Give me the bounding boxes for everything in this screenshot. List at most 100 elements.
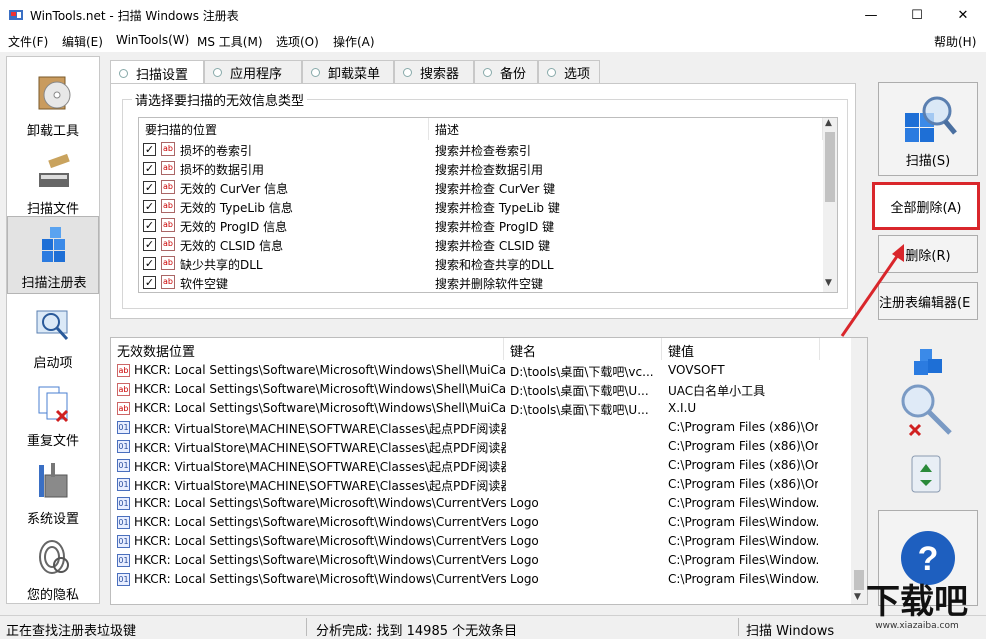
location-row[interactable]: ✓ ab 无效的 ProgID 信息 搜索并检查 ProgID 键 (139, 216, 823, 235)
menu-options[interactable]: 选项(O) (276, 33, 319, 50)
results-list: 无效数据位置 键名 键值 ab HKCR: Local Settings\Soft… (110, 337, 868, 605)
result-row[interactable]: 01 HKCR: VirtualStore\MACHINE\SOFTWARE\Cl… (111, 437, 851, 456)
checkbox[interactable]: ✓ (143, 162, 156, 175)
tab-dot-icon (403, 68, 412, 77)
tab-applications[interactable]: 应用程序 (204, 60, 302, 84)
result-row[interactable]: ab HKCR: Local Settings\Software\Microsof… (111, 361, 851, 380)
watermark-logo: 下载吧 www.xiazaiba.com (866, 582, 968, 631)
delete-all-button[interactable]: 全部删除(A) (872, 182, 980, 230)
status-result: 分析完成: 找到 14985 个无效条目 (316, 624, 518, 639)
tab-uninstall-menu[interactable]: 卸载菜单 (302, 60, 394, 84)
sidebar-item-scan-files[interactable]: 扫描文件 (7, 143, 99, 221)
result-row[interactable]: 01 HKCR: Local Settings\Software\Microsof… (111, 532, 851, 551)
result-row[interactable]: 01 HKCR: VirtualStore\MACHINE\SOFTWARE\Cl… (111, 456, 851, 475)
tab-scan-settings[interactable]: 扫描设置 (110, 60, 204, 85)
checkbox[interactable]: ✓ (143, 143, 156, 156)
col-header-key-value[interactable]: 键值 (662, 338, 820, 360)
sidebar-item-system-settings[interactable]: 系统设置 (7, 453, 99, 531)
binary-value-icon: 01 (117, 459, 130, 472)
cleanup-cubes-icon (898, 345, 958, 445)
location-type-icon: ab (161, 199, 175, 213)
result-key-value: C:\Program Files (x86)\Or... (668, 420, 818, 434)
binary-value-icon: 01 (117, 535, 130, 548)
location-row[interactable]: ✓ ab 无效的 CurVer 信息 搜索并检查 CurVer 键 (139, 178, 823, 197)
result-row[interactable]: 01 HKCR: VirtualStore\MACHINE\SOFTWARE\Cl… (111, 418, 851, 437)
result-row[interactable]: 01 HKCR: VirtualStore\MACHINE\SOFTWARE\Cl… (111, 475, 851, 494)
location-name: 无效的 TypeLib 信息 (180, 201, 293, 215)
maximize-button[interactable]: ☐ (894, 0, 940, 30)
col-header-description[interactable]: 描述 (429, 118, 823, 140)
result-location: HKCR: VirtualStore\MACHINE\SOFTWARE\Clas… (134, 422, 506, 436)
location-row[interactable]: ✓ ab 缺少共享的DLL 搜索和检查共享的DLL (139, 254, 823, 273)
svg-text:?: ? (918, 540, 939, 578)
result-key-name: D:\tools\桌面\下载吧\vc... (510, 365, 654, 379)
result-row[interactable]: ab HKCR: Local Settings\Software\Microsof… (111, 380, 851, 399)
scan-button[interactable]: 扫描(S) (878, 82, 978, 176)
sidebar-item-privacy[interactable]: 您的隐私 (7, 529, 99, 607)
menu-wintools[interactable]: WinTools(W) (116, 33, 189, 47)
result-key-value: C:\Program Files\Window... (668, 534, 818, 548)
result-key-value: C:\Program Files\Window... (668, 515, 818, 529)
col-header-key-name[interactable]: 键名 (504, 338, 662, 360)
sidebar-item-startup[interactable]: 启动项 (7, 297, 99, 375)
location-row[interactable]: ✓ ab 无效的 TypeLib 信息 搜索并检查 TypeLib 键 (139, 197, 823, 216)
result-row[interactable]: 01 HKCR: Local Settings\Software\Microsof… (111, 551, 851, 570)
result-key-value: C:\Program Files (x86)\Or... (668, 477, 818, 491)
result-key-value: VOVSOFT (668, 363, 725, 377)
menu-help[interactable]: 帮助(H) (934, 33, 976, 50)
location-description: 搜索和检查共享的DLL (435, 258, 554, 272)
sidebar-item-uninstall[interactable]: 卸载工具 (7, 65, 99, 143)
checkbox[interactable]: ✓ (143, 276, 156, 289)
checkbox[interactable]: ✓ (143, 200, 156, 213)
menu-ms-tools[interactable]: MS 工具(M) (197, 33, 263, 50)
result-row[interactable]: ab HKCR: Local Settings\Software\Microsof… (111, 399, 851, 418)
status-left: 正在查找注册表垃圾键 (6, 624, 137, 639)
menu-file[interactable]: 文件(F) (8, 33, 48, 50)
tab-dot-icon (213, 68, 222, 77)
tab-options[interactable]: 选项 (538, 60, 600, 84)
result-key-name: Logo (510, 515, 539, 529)
location-type-icon: ab (161, 180, 175, 194)
location-row[interactable]: ✓ ab 损坏的卷索引 搜索并检查卷索引 (139, 140, 823, 159)
result-location: HKCR: Local Settings\Software\Microsoft\… (134, 572, 506, 586)
close-button[interactable]: ✕ (940, 0, 986, 30)
menu-edit[interactable]: 编辑(E) (62, 33, 103, 50)
tab-backup[interactable]: 备份 (474, 60, 538, 84)
checkbox[interactable]: ✓ (143, 257, 156, 270)
menu-bar: 文件(F) 编辑(E) WinTools(W) MS 工具(M) 选项(O) 操… (0, 30, 986, 52)
results-scrollbar[interactable]: ▼ (851, 338, 867, 604)
location-type-icon: ab (161, 142, 175, 156)
location-name: 无效的 ProgID 信息 (180, 220, 288, 234)
location-row[interactable]: ✓ ab 无效的 CLSID 信息 搜索并检查 CLSID 键 (139, 235, 823, 254)
location-type-icon: ab (161, 237, 175, 251)
minimize-button[interactable]: — (848, 0, 894, 30)
checkbox[interactable]: ✓ (143, 238, 156, 251)
location-name: 无效的 CLSID 信息 (180, 239, 284, 253)
string-value-icon: ab (117, 402, 130, 415)
tab-searcher[interactable]: 搜索器 (394, 60, 474, 84)
checkbox[interactable]: ✓ (143, 181, 156, 194)
scan-files-icon (35, 151, 73, 191)
result-row[interactable]: 01 HKCR: Local Settings\Software\Microsof… (111, 570, 851, 589)
result-key-name: Logo (510, 553, 539, 567)
sidebar-item-scan-registry[interactable]: 扫描注册表 (7, 216, 99, 294)
location-type-icon: ab (161, 161, 175, 175)
status-bar: 正在查找注册表垃圾键 分析完成: 找到 14985 个无效条目 扫描 Windo… (0, 615, 986, 639)
location-row[interactable]: ✓ ab 损坏的数据引用 搜索并检查数据引用 (139, 159, 823, 178)
col-header-invalid-location[interactable]: 无效数据位置 (111, 338, 504, 360)
location-row[interactable]: ✓ ab 软件空键 搜索并删除软件空键 (139, 273, 823, 292)
binary-value-icon: 01 (117, 497, 130, 510)
result-location: HKCR: Local Settings\Software\Microsoft\… (134, 515, 506, 529)
title-bar: WinTools.net - 扫描 Windows 注册表 — ☐ ✕ (0, 0, 986, 30)
location-scrollbar[interactable]: ▲ ▼ (823, 118, 837, 292)
result-key-value: C:\Program Files (x86)\Or... (668, 439, 818, 453)
location-name: 缺少共享的DLL (180, 258, 263, 272)
col-header-location[interactable]: 要扫描的位置 (139, 118, 429, 140)
result-key-name: Logo (510, 572, 539, 586)
sidebar-item-duplicate-files[interactable]: 重复文件 (7, 375, 99, 453)
result-row[interactable]: 01 HKCR: Local Settings\Software\Microsof… (111, 513, 851, 532)
menu-operate[interactable]: 操作(A) (333, 33, 375, 50)
result-key-value: C:\Program Files (x86)\Or... (668, 458, 818, 472)
checkbox[interactable]: ✓ (143, 219, 156, 232)
result-row[interactable]: 01 HKCR: Local Settings\Software\Microsof… (111, 494, 851, 513)
